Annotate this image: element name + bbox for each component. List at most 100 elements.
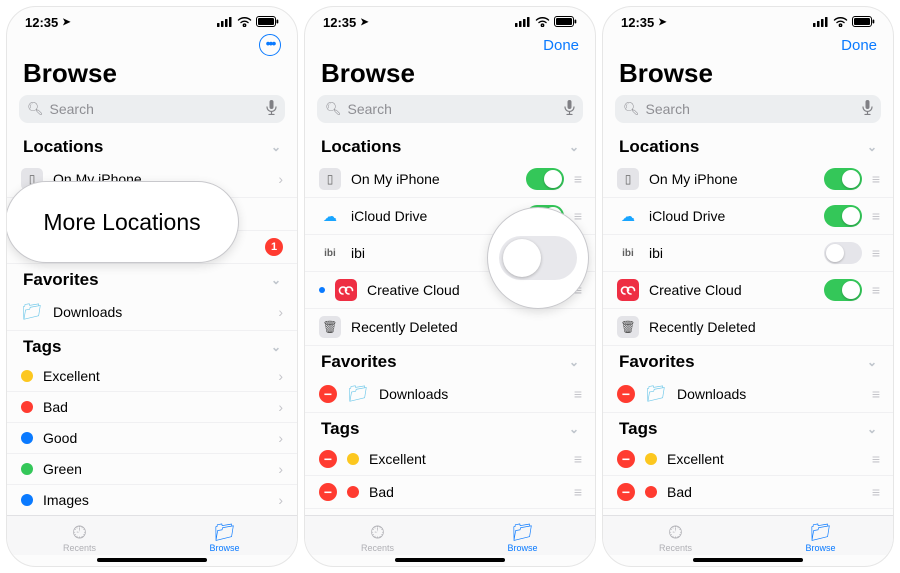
section-header[interactable]: Favorites⌄ [305, 346, 595, 376]
section-title: Favorites [619, 352, 695, 372]
list-item[interactable]: Images› [7, 485, 297, 515]
list-item[interactable]: Green› [7, 454, 297, 485]
wifi-icon [237, 15, 252, 30]
reorder-handle-icon[interactable]: ≡ [574, 451, 581, 467]
search-bar[interactable]: 🔍︎ [317, 95, 583, 123]
phone-icon: ▯ [319, 168, 341, 190]
reorder-handle-icon[interactable]: ≡ [872, 208, 879, 224]
clock-icon: 🕘︎ [7, 523, 152, 543]
chevron-down-icon: ⌄ [569, 140, 579, 154]
folder-icon: 📁︎ [450, 523, 595, 543]
content-list: Locations⌄▯On My iPhone≡☁︎iCloud Drive≡i… [305, 131, 595, 515]
tag-dot-icon [347, 453, 359, 465]
phone-screen: 12:35➤DoneBrowse🔍︎Locations⌄▯On My iPhon… [602, 6, 894, 567]
remove-button[interactable]: − [319, 385, 337, 403]
tab-recents[interactable]: 🕘︎Recents [305, 520, 450, 555]
more-button[interactable]: ••• [259, 34, 281, 56]
list-item[interactable]: 🗑︎Recently Deleted [603, 309, 893, 346]
row-label: Recently Deleted [351, 319, 581, 335]
section-header[interactable]: Favorites⌄ [7, 264, 297, 294]
reorder-handle-icon[interactable]: ≡ [872, 282, 879, 298]
toggle-switch[interactable] [824, 168, 862, 190]
search-input[interactable] [50, 101, 260, 117]
list-item[interactable]: −Excellent≡ [603, 443, 893, 476]
row-label: Bad [43, 399, 262, 415]
reorder-handle-icon[interactable]: ≡ [872, 171, 879, 187]
tab-browse[interactable]: 📁︎Browse [450, 520, 595, 555]
reorder-handle-icon[interactable]: ≡ [872, 245, 879, 261]
list-item[interactable]: Creative Cloud≡ [603, 272, 893, 309]
toggle-switch[interactable] [526, 168, 564, 190]
reorder-handle-icon[interactable]: ≡ [574, 386, 581, 402]
remove-button[interactable]: − [319, 483, 337, 501]
list-item[interactable]: − Bad ≡ [305, 476, 595, 509]
list-item[interactable]: ☁︎iCloud Drive≡ [603, 198, 893, 235]
section-header[interactable]: Locations⌄ [305, 131, 595, 161]
row-label: Bad [369, 484, 564, 500]
reorder-handle-icon[interactable]: ≡ [872, 451, 879, 467]
list-item[interactable]: Good› [7, 423, 297, 454]
mic-icon[interactable] [564, 100, 575, 118]
row-label: Images [43, 492, 262, 508]
mic-icon[interactable] [266, 100, 277, 118]
section-header[interactable]: Tags⌄ [7, 331, 297, 361]
remove-button[interactable]: − [319, 450, 337, 468]
tab-recents[interactable]: 🕘︎Recents [603, 520, 748, 555]
list-item[interactable]: 📁︎Downloads› [7, 294, 297, 331]
list-item[interactable]: Excellent› [7, 361, 297, 392]
list-item[interactable]: −📁︎Downloads≡ [603, 376, 893, 413]
reorder-handle-icon[interactable]: ≡ [574, 484, 581, 500]
row-label: Downloads [379, 386, 564, 402]
tab-browse[interactable]: 📁︎Browse [748, 520, 893, 555]
tag-dot-icon [21, 401, 33, 413]
tab-browse[interactable]: 📁︎Browse [152, 520, 297, 555]
callout-toggle-zoom [487, 207, 589, 309]
list-item[interactable]: Bad› [7, 392, 297, 423]
section-header[interactable]: Tags⌄ [305, 413, 595, 443]
tag-dot-icon [645, 486, 657, 498]
battery-icon [852, 15, 875, 30]
list-item[interactable]: ibiibi≡ [603, 235, 893, 272]
remove-button[interactable]: − [617, 483, 635, 501]
toggle-switch[interactable] [824, 279, 862, 301]
cloud-icon: ☁︎ [319, 205, 341, 227]
done-button[interactable]: Done [841, 37, 877, 54]
search-input[interactable] [646, 101, 856, 117]
remove-button[interactable]: − [617, 385, 635, 403]
reorder-handle-icon[interactable]: ≡ [872, 386, 879, 402]
search-bar[interactable]: 🔍︎ [19, 95, 285, 123]
search-input[interactable] [348, 101, 558, 117]
tab-bar: 🕘︎Recents📁︎Browse [603, 515, 893, 555]
cloud-icon: ☁︎ [617, 205, 639, 227]
section-header[interactable]: Locations⌄ [7, 131, 297, 161]
list-item[interactable]: 🗑︎Recently Deleted [305, 309, 595, 346]
tab-recents[interactable]: 🕘︎Recents [7, 520, 152, 555]
tag-dot-icon [347, 486, 359, 498]
folder-icon: 📁︎ [347, 383, 369, 405]
reorder-handle-icon[interactable]: ≡ [574, 171, 581, 187]
status-bar: 12:35➤ [7, 7, 297, 34]
row-label: Green [43, 461, 262, 477]
list-item[interactable]: −Bad≡ [603, 476, 893, 509]
done-button[interactable]: Done [543, 37, 579, 54]
row-label: Downloads [53, 304, 262, 320]
section-header[interactable]: Tags⌄ [603, 413, 893, 443]
search-bar[interactable]: 🔍︎ [615, 95, 881, 123]
toggle-switch[interactable] [824, 242, 862, 264]
toggle-switch[interactable] [824, 205, 862, 227]
list-item[interactable]: −Excellent≡ [305, 443, 595, 476]
remove-button[interactable]: − [617, 450, 635, 468]
chevron-right-icon: › [278, 304, 283, 320]
tag-dot-icon [21, 370, 33, 382]
reorder-handle-icon[interactable]: ≡ [872, 484, 879, 500]
reorder-handle-icon[interactable]: ≡ [574, 208, 581, 224]
section-header[interactable]: Locations⌄ [603, 131, 893, 161]
tag-dot-icon [21, 463, 33, 475]
section-header[interactable]: Favorites⌄ [603, 346, 893, 376]
row-label: Excellent [43, 368, 262, 384]
list-item[interactable]: −📁︎ Downloads ≡ [305, 376, 595, 413]
tag-dot-icon [21, 432, 33, 444]
list-item[interactable]: ▯On My iPhone≡ [305, 161, 595, 198]
mic-icon[interactable] [862, 100, 873, 118]
list-item[interactable]: ▯On My iPhone≡ [603, 161, 893, 198]
